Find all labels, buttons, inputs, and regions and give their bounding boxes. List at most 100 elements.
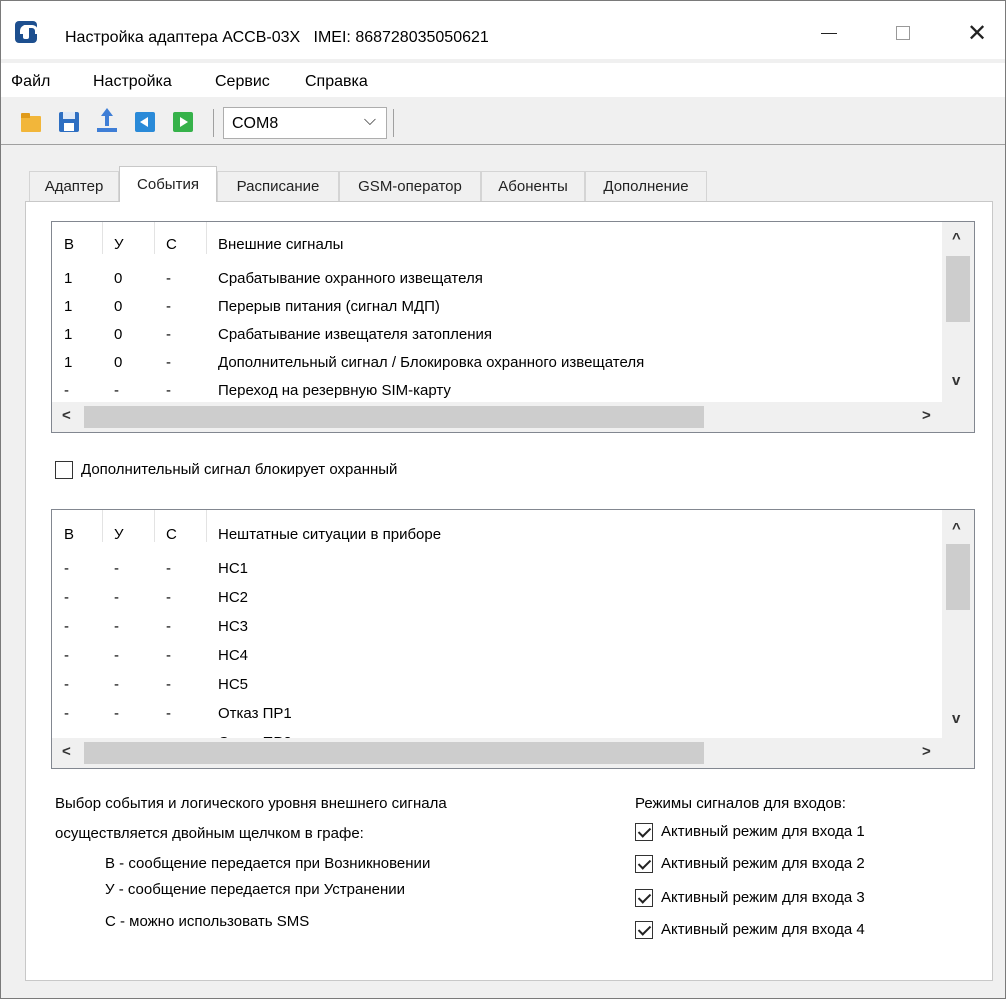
save-disk-icon[interactable] [59, 112, 79, 132]
column-header-u[interactable]: У [114, 526, 124, 543]
column-header-c[interactable]: С [166, 526, 177, 543]
app-wrench-icon [15, 21, 38, 43]
cell-u[interactable]: 0 [114, 354, 122, 371]
column-header-b[interactable]: В [64, 236, 74, 253]
com-port-select[interactable]: COM8 ⌵ [223, 107, 387, 139]
cell-b[interactable]: 1 [64, 326, 72, 343]
menu-help[interactable]: Справка [305, 73, 368, 91]
menu-settings[interactable]: Настройка [93, 73, 172, 91]
scroll-up-icon[interactable]: ^ [952, 520, 961, 537]
horizontal-scrollbar[interactable]: < > [52, 738, 944, 768]
column-header-u[interactable]: У [114, 236, 124, 253]
cell-c[interactable]: - [166, 326, 171, 343]
cell-c[interactable]: - [166, 298, 171, 315]
cell-u[interactable]: - [114, 589, 119, 606]
help-text-line: У - сообщение передается при Устранении [105, 881, 405, 898]
input-2-checkbox[interactable] [635, 855, 653, 873]
close-button[interactable]: ✕ [955, 15, 999, 51]
cell-c[interactable]: - [166, 705, 171, 722]
cell-u[interactable]: - [114, 382, 119, 399]
cell-c[interactable]: - [166, 560, 171, 577]
cell-u[interactable]: - [114, 676, 119, 693]
scroll-thumb[interactable] [946, 256, 970, 322]
scroll-down-icon[interactable]: v [952, 710, 960, 727]
main-window: Настройка адаптера АССВ-03Х IMEI: 868728… [0, 0, 1006, 999]
list-item[interactable]: - - - Отказ ПР1 [52, 705, 952, 733]
cell-b[interactable]: 1 [64, 270, 72, 287]
device-faults-list[interactable]: В У С Нештатные ситуации в приборе - - -… [51, 509, 975, 769]
column-header-c[interactable]: С [166, 236, 177, 253]
column-header-b[interactable]: В [64, 526, 74, 543]
scroll-thumb[interactable] [84, 406, 704, 428]
scroll-left-icon[interactable]: < [62, 407, 71, 424]
scroll-up-icon[interactable]: ^ [952, 230, 961, 247]
cell-b[interactable]: - [64, 618, 69, 635]
horizontal-scrollbar[interactable]: < > [52, 402, 944, 432]
external-signals-list[interactable]: В У С Внешние сигналы 1 0 - Срабатывание… [51, 221, 975, 433]
cell-b[interactable]: 1 [64, 354, 72, 371]
list-item[interactable]: 1 0 - Срабатывание извещателя затопления [52, 326, 952, 354]
cell-c[interactable]: - [166, 354, 171, 371]
cell-c[interactable]: - [166, 382, 171, 399]
cell-u[interactable]: 0 [114, 298, 122, 315]
cell-b[interactable]: 1 [64, 298, 72, 315]
scroll-thumb[interactable] [84, 742, 704, 764]
cell-b[interactable]: - [64, 589, 69, 606]
input-4-checkbox[interactable] [635, 921, 653, 939]
column-header-description[interactable]: Нештатные ситуации в приборе [218, 526, 441, 543]
scroll-right-icon[interactable]: > [922, 743, 931, 760]
input-2-label: Активный режим для входа 2 [661, 855, 865, 872]
list-item[interactable]: - - - НС4 [52, 647, 952, 675]
cell-description: НС1 [218, 560, 249, 577]
menu-file[interactable]: Файл [11, 73, 50, 91]
cell-u[interactable]: - [114, 560, 119, 577]
scroll-left-icon[interactable]: < [62, 743, 71, 760]
cell-u[interactable]: 0 [114, 270, 122, 287]
cell-u[interactable]: - [114, 647, 119, 664]
cell-b[interactable]: - [64, 382, 69, 399]
minimize-button[interactable] [807, 15, 851, 51]
cell-u[interactable]: - [114, 618, 119, 635]
cell-c[interactable]: - [166, 676, 171, 693]
read-from-device-icon[interactable] [135, 112, 155, 132]
tab-extra[interactable]: Дополнение [585, 171, 707, 201]
maximize-button[interactable] [881, 15, 925, 51]
list-item[interactable]: - - - НС2 [52, 589, 952, 617]
cell-c[interactable]: - [166, 647, 171, 664]
cell-c[interactable]: - [166, 589, 171, 606]
cell-b[interactable]: - [64, 705, 69, 722]
cell-b[interactable]: - [64, 676, 69, 693]
cell-b[interactable]: - [64, 560, 69, 577]
menu-service[interactable]: Сервис [215, 73, 270, 91]
input-3-checkbox[interactable] [635, 889, 653, 907]
list-item[interactable]: 1 0 - Перерыв питания (сигнал МДП) [52, 298, 952, 326]
input-1-checkbox[interactable] [635, 823, 653, 841]
column-header-description[interactable]: Внешние сигналы [218, 236, 343, 253]
cell-u[interactable]: 0 [114, 326, 122, 343]
vertical-scrollbar[interactable]: ^ v [942, 510, 974, 740]
open-folder-icon[interactable] [21, 112, 41, 132]
scroll-right-icon[interactable]: > [922, 407, 931, 424]
list-item[interactable]: 1 0 - Дополнительный сигнал / Блокировка… [52, 354, 952, 382]
tab-events[interactable]: События [119, 166, 217, 202]
input-4-label: Активный режим для входа 4 [661, 921, 865, 938]
cell-c[interactable]: - [166, 618, 171, 635]
list-item[interactable]: 1 0 - Срабатывание охранного извещателя [52, 270, 952, 298]
list-item[interactable]: - - - НС1 [52, 560, 952, 588]
list-item[interactable]: - - - НС3 [52, 618, 952, 646]
tab-gsm-operator[interactable]: GSM-оператор [339, 171, 481, 201]
tab-schedule[interactable]: Расписание [217, 171, 339, 201]
toolbar-separator [213, 109, 214, 137]
scroll-thumb[interactable] [946, 544, 970, 610]
list-item[interactable]: - - - НС5 [52, 676, 952, 704]
vertical-scrollbar[interactable]: ^ v [942, 222, 974, 404]
cell-u[interactable]: - [114, 705, 119, 722]
block-signal-checkbox[interactable] [55, 461, 73, 479]
tab-adapter[interactable]: Адаптер [29, 171, 119, 201]
scroll-down-icon[interactable]: v [952, 372, 960, 389]
cell-b[interactable]: - [64, 647, 69, 664]
window-title: Настройка адаптера АССВ-03Х IMEI: 868728… [65, 29, 489, 46]
write-to-device-icon[interactable] [173, 112, 193, 132]
tab-subscribers[interactable]: Абоненты [481, 171, 585, 201]
cell-c[interactable]: - [166, 270, 171, 287]
